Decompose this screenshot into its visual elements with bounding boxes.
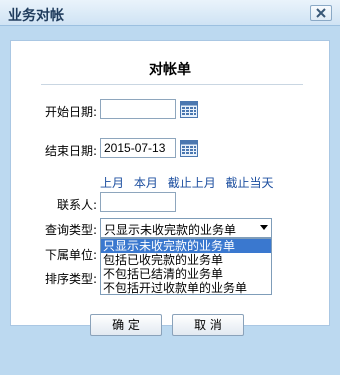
contact-input[interactable] — [100, 192, 176, 212]
quick-date-links: 上月 本月 截止上月 截止当天 — [100, 174, 280, 191]
link-this-month[interactable]: 本月 — [134, 176, 158, 190]
query-type-select[interactable]: 只显示未收完款的业务单 — [100, 218, 272, 238]
dialog-body: 对帐单 开始日期: 结束日期: 上月 — [0, 26, 340, 375]
start-date-input[interactable] — [100, 99, 176, 119]
query-type-option[interactable]: 不包括已结清的业务单 — [101, 267, 271, 281]
calendar-icon[interactable] — [180, 101, 198, 118]
link-to-last-month[interactable]: 截止上月 — [168, 176, 216, 190]
query-type-label: 查询类型: — [44, 223, 97, 237]
divider — [41, 84, 303, 85]
end-date-input[interactable] — [100, 138, 176, 158]
query-type-dropdown: 只显示未收完款的业务单 包括已收完款的业务单 不包括已结清的业务单 不包括开过收… — [100, 238, 272, 295]
form-heading: 对帐单 — [149, 62, 191, 78]
query-type-option[interactable]: 不包括开过收款单的业务单 — [101, 281, 271, 295]
sort-type-label: 排序类型: — [44, 272, 97, 286]
close-icon — [316, 8, 326, 18]
calendar-icon[interactable] — [180, 140, 198, 157]
query-type-option[interactable]: 只显示未收完款的业务单 — [101, 239, 271, 253]
query-type-option[interactable]: 包括已收完款的业务单 — [101, 253, 271, 267]
form-panel: 对帐单 开始日期: 结束日期: 上月 — [10, 40, 330, 326]
chevron-down-icon — [260, 225, 268, 230]
subunit-label: 下属单位: — [44, 248, 97, 262]
cancel-button[interactable]: 取 消 — [172, 314, 244, 336]
end-date-label: 结束日期: — [44, 144, 97, 158]
close-button[interactable] — [310, 5, 332, 21]
start-date-label: 开始日期: — [44, 105, 97, 119]
contact-label: 联系人: — [56, 198, 97, 212]
link-last-month[interactable]: 上月 — [100, 176, 124, 190]
link-to-today[interactable]: 截止当天 — [226, 176, 274, 190]
ok-button[interactable]: 确 定 — [90, 314, 162, 336]
title-bar: 业务对帐 — [0, 0, 340, 26]
query-type-selected: 只显示未收完款的业务单 — [104, 223, 237, 237]
window-title: 业务对帐 — [8, 8, 64, 24]
